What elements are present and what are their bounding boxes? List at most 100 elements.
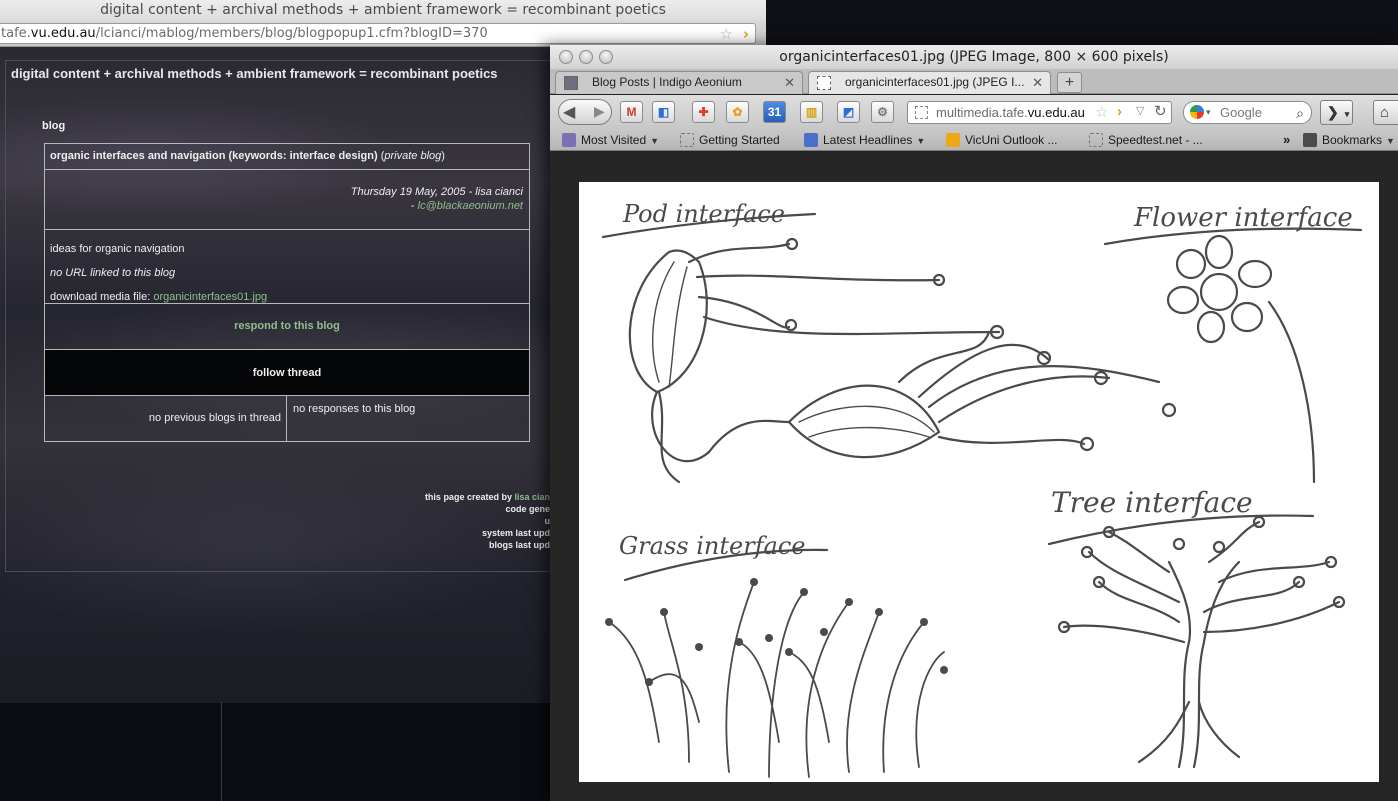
zoom-window-button[interactable] <box>599 50 613 64</box>
organic-interfaces-image[interactable]: Pod interface Flower interface Grass int… <box>579 182 1379 782</box>
bookmark-vicuni-outlook[interactable]: VicUni Outlook ... <box>946 129 1057 151</box>
address-field[interactable]: tafe.vu.edu.au/lcianci/mablog/members/bl… <box>0 23 756 44</box>
bookmark-speedtest[interactable]: Speedtest.net - ... <box>1089 129 1203 151</box>
navigation-toolbar: ◀ ▶ M ◧ ✚ ✿ 31 ▥ ◩ ⚙ multimedia.tafe.vu.… <box>550 95 1398 129</box>
url-history-dropdown-icon[interactable]: ▽ <box>1136 104 1144 117</box>
download-file-link[interactable]: organicinterfaces01.jpg <box>153 291 267 303</box>
bookmark-star-icon[interactable]: ☆ <box>720 25 733 43</box>
credit-blogs-updated: blogs last upd <box>488 540 550 550</box>
blog-heading: organic interfaces and navigation (keywo… <box>50 150 378 162</box>
credit-code: code gene <box>505 504 550 514</box>
tab-blog-posts[interactable]: Blog Posts | Indigo Aeonium ✕ <box>555 71 803 94</box>
url-host: vu.edu.au <box>30 26 96 41</box>
window-title: organicinterfaces01.jpg (JPEG Image, 800… <box>779 49 1169 65</box>
close-tab-icon[interactable]: ✕ <box>784 72 795 93</box>
label-tree: Tree interface <box>1051 486 1253 519</box>
tab-organic-interfaces[interactable]: organicinterfaces01.jpg (JPEG I... ✕ <box>808 71 1051 94</box>
blog-entry-table: organic interfaces and navigation (keywo… <box>44 143 530 442</box>
url-prefix: tafe. <box>1 26 31 41</box>
blog-heading-row: organic interfaces and navigation (keywo… <box>45 144 529 170</box>
follow-thread-link[interactable]: follow thread <box>45 350 529 396</box>
bookmark-label: Bookmarks <box>1322 133 1383 147</box>
url-status: no URL linked to this blog <box>50 267 176 279</box>
date-author: Thursday 19 May, 2005 - lisa cianci <box>350 186 523 198</box>
privacy-note: (private blog) <box>381 150 445 162</box>
extension-menu-button[interactable]: ❯ ▾ <box>1320 100 1353 125</box>
back-arrow-icon[interactable]: ◀ <box>563 102 575 122</box>
download-label: download media file: <box>50 291 154 303</box>
bottom-band <box>0 702 550 801</box>
thread-row: no previous blogs in thread no responses… <box>45 396 529 441</box>
bookmark-star-icon[interactable]: ☆ <box>1095 103 1108 121</box>
credit-system-updated: system last upd <box>481 528 550 538</box>
paren-close: ) <box>441 150 445 162</box>
email-link[interactable]: lc@blackaeonium.net <box>418 200 523 212</box>
blank-page-icon <box>1089 133 1103 147</box>
docs-chart-icon[interactable]: ▥ <box>800 101 823 123</box>
image-viewport: Pod interface Flower interface Grass int… <box>550 152 1398 801</box>
engine-dropdown-icon[interactable]: ▾ <box>1206 102 1211 123</box>
bookmarks-menu-button[interactable]: Bookmarks ▼ <box>1303 129 1395 152</box>
blog-description: ideas for organic navigation <box>50 243 185 255</box>
rss-feed-icon[interactable]: › <box>743 25 749 43</box>
home-icon[interactable]: ⌂ <box>1373 100 1398 125</box>
bookmarks-overflow-chevron[interactable]: » <box>1283 129 1290 151</box>
email-line: - lc@blackaeonium.net <box>45 199 523 213</box>
forward-arrow-icon[interactable]: ▶ <box>594 103 605 120</box>
divider <box>221 702 222 801</box>
bookmark-latest-headlines[interactable]: Latest Headlines ▼ <box>804 129 925 152</box>
author-link[interactable]: lisa cian <box>514 492 550 502</box>
page-credits: this page created by lisa cian code gene… <box>330 491 550 551</box>
settings-gear-icon[interactable]: ⚙ <box>871 101 894 123</box>
bookmark-sync-icon[interactable]: ◧ <box>652 101 675 123</box>
window-titlebar: organicinterfaces01.jpg (JPEG Image, 800… <box>550 45 1398 69</box>
grass-sketch <box>605 578 948 778</box>
window-title: digital content + archival methods + amb… <box>0 0 766 21</box>
gmail-icon[interactable]: M <box>620 101 643 123</box>
reload-icon[interactable]: ↻ <box>1154 102 1167 120</box>
credit-created-by: this page created by lisa cian <box>330 491 550 503</box>
bookmark-label: VicUni Outlook ... <box>965 133 1058 147</box>
url-prefix: multimedia.tafe. <box>936 105 1028 120</box>
sketch-drawing: Pod interface Flower interface Grass int… <box>601 200 1363 778</box>
tab-label: Blog Posts | Indigo Aeonium <box>592 75 742 89</box>
chevron-down-icon: ▼ <box>650 136 660 146</box>
url-path: /lcianci/mablog/members/blog/blogpopup1.… <box>95 26 488 41</box>
chevron-down-icon: ▼ <box>916 136 926 146</box>
address-field[interactable]: multimedia.tafe.vu.edu.au <box>907 101 1172 124</box>
search-icon[interactable]: ⌕ <box>1296 103 1304 124</box>
bookmark-label: Speedtest.net - ... <box>1108 133 1203 147</box>
bookmark-most-visited[interactable]: Most Visited ▼ <box>562 129 659 152</box>
blog-date-row: Thursday 19 May, 2005 - lisa cianci - lc… <box>45 170 529 230</box>
bookmark-getting-started[interactable]: Getting Started <box>680 129 780 151</box>
url-host: vu.edu.au <box>1027 105 1085 120</box>
respond-link[interactable]: respond to this blog <box>45 304 529 350</box>
translate-icon[interactable]: ◩ <box>837 101 860 123</box>
section-label: blog <box>42 120 66 132</box>
credit-text: this page created by <box>424 492 515 502</box>
flower-sketch <box>1166 234 1316 484</box>
close-window-button[interactable] <box>559 50 573 64</box>
tree-sketch <box>1057 515 1346 769</box>
blog-info-row: ideas for organic navigation no URL link… <box>45 230 529 304</box>
back-forward-control: ◀ ▶ <box>558 99 612 125</box>
google-toolbar-icon[interactable]: ✚ <box>692 101 715 123</box>
minimize-window-button[interactable] <box>579 50 593 64</box>
google-engine-icon[interactable] <box>1190 105 1204 119</box>
credit-line-3: u <box>544 516 551 526</box>
picasa-icon[interactable]: ✿ <box>726 101 749 123</box>
bookmark-label: Getting Started <box>699 133 780 147</box>
tab-bar: Blog Posts | Indigo Aeonium ✕ organicint… <box>550 69 1398 94</box>
search-placeholder: Google <box>1220 105 1262 120</box>
label-grass: Grass interface <box>619 532 806 560</box>
search-input[interactable]: ▾ Google ⌕ <box>1183 101 1312 124</box>
close-tab-icon[interactable]: ✕ <box>1032 72 1043 93</box>
new-tab-button[interactable]: + <box>1057 72 1082 93</box>
blank-page-icon <box>680 133 694 147</box>
live-feed-icon <box>804 133 818 147</box>
privacy-label: private blog <box>384 150 442 162</box>
rss-feed-icon[interactable]: › <box>1117 103 1122 120</box>
chevron-down-icon: ▼ <box>1386 136 1395 146</box>
page-favicon-icon <box>915 106 928 119</box>
calendar-icon[interactable]: 31 <box>763 101 786 123</box>
